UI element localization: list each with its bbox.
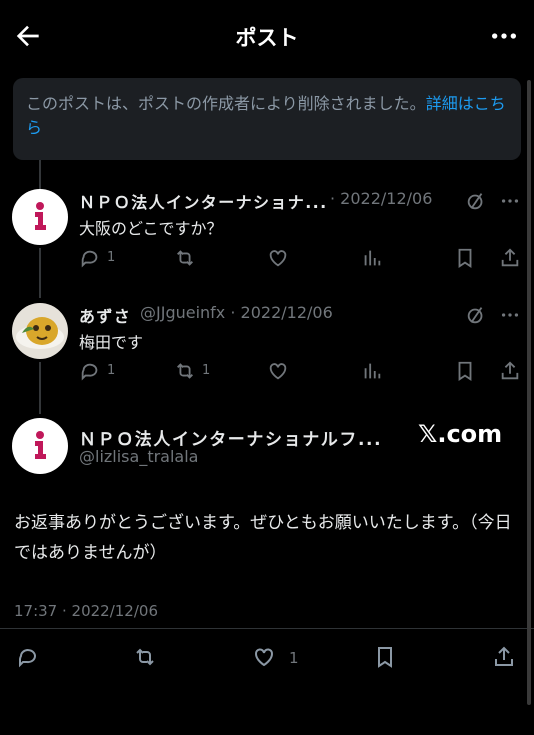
thread-line	[39, 362, 41, 414]
bookmark-icon[interactable]	[454, 360, 476, 382]
post-text: お返事ありがとうございます。ぜひともお願いいたします。（今日ではありませんが）	[14, 513, 512, 563]
deleted-notice-text: このポストは、ポストの作成者により削除されました。詳細はこちら	[26, 92, 516, 140]
divider	[0, 628, 534, 629]
deleted-notice-message: このポストは、ポストの作成者により削除されました。	[26, 94, 426, 113]
food-photo-icon	[16, 317, 64, 349]
deleted-post-notice: このポストは、ポストの作成者により削除されました。詳細はこちら	[13, 78, 521, 160]
share-icon[interactable]	[499, 247, 521, 269]
npo-logo-icon	[35, 202, 46, 230]
post-text: 大阪のどこですか？	[79, 219, 223, 238]
top-bar: ポスト	[0, 0, 534, 70]
like-icon[interactable]	[267, 360, 289, 382]
repost-count: 1	[202, 363, 211, 378]
like-icon[interactable]	[267, 247, 289, 269]
repost-icon[interactable]	[133, 645, 157, 669]
author-name[interactable]: あずさ	[79, 303, 131, 327]
views-icon[interactable]	[361, 360, 383, 382]
like-count: 1	[289, 649, 299, 667]
avatar[interactable]	[12, 189, 68, 245]
npo-logo-icon	[35, 431, 46, 459]
grok-icon[interactable]	[465, 304, 487, 326]
author-handle[interactable]: @lizlisa_tralala	[79, 447, 198, 466]
post-timestamp[interactable]: 17:37 · 2022/12/06	[14, 602, 158, 620]
x-com-watermark: 𝕏.com	[418, 420, 503, 448]
page-title: ポスト	[235, 26, 299, 50]
reply-icon[interactable]	[16, 645, 40, 669]
share-icon[interactable]	[492, 645, 516, 669]
reply-count: 1	[107, 250, 116, 265]
like-icon[interactable]	[252, 645, 276, 669]
avatar[interactable]	[12, 418, 68, 474]
more-horizontal-icon[interactable]	[488, 20, 520, 52]
thread-line	[39, 248, 41, 298]
post-meta: @JJgueinfx · 2022/12/06	[140, 303, 333, 322]
reply-icon[interactable]	[79, 360, 101, 382]
scrollbar[interactable]	[527, 80, 531, 705]
post-text: 梅田です	[79, 333, 144, 352]
thread-line	[39, 160, 41, 190]
repost-icon[interactable]	[174, 360, 196, 382]
more-icon[interactable]	[499, 304, 521, 326]
author-name[interactable]: ＮＰＯ法人インターナショナ...	[79, 189, 328, 213]
reply-count: 1	[107, 363, 116, 378]
avatar[interactable]	[12, 303, 68, 359]
bookmark-icon[interactable]	[373, 645, 397, 669]
share-icon[interactable]	[499, 360, 521, 382]
more-icon[interactable]	[499, 190, 521, 212]
post-meta: · 2022/12/06	[330, 189, 433, 208]
grok-icon[interactable]	[465, 190, 487, 212]
reply-icon[interactable]	[79, 247, 101, 269]
repost-icon[interactable]	[174, 247, 196, 269]
bookmark-icon[interactable]	[454, 247, 476, 269]
views-icon[interactable]	[361, 247, 383, 269]
